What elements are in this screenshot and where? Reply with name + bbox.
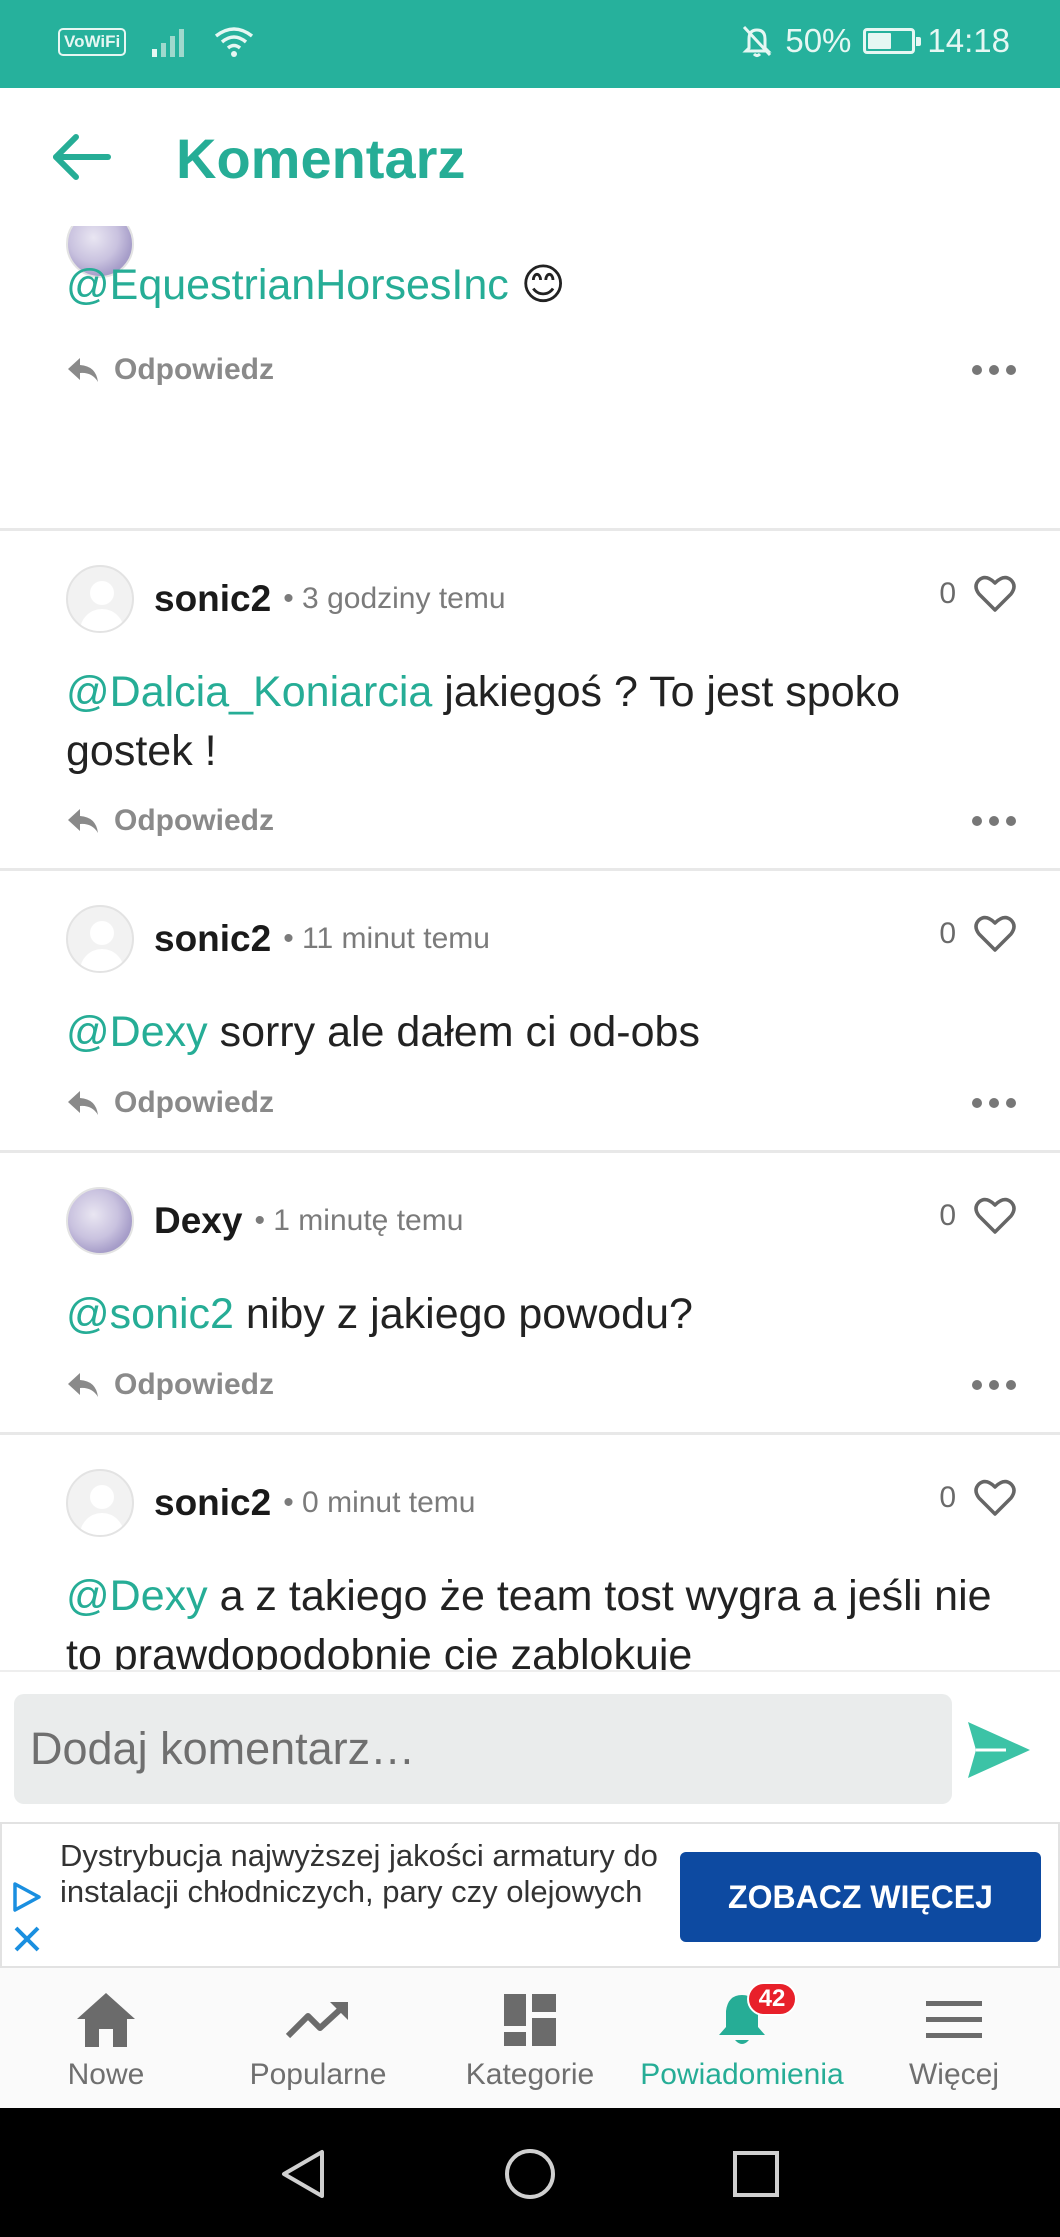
app-header: Komentarz — [0, 88, 1060, 226]
mention-link[interactable]: @EquestrianHorsesInc — [66, 261, 509, 309]
avatar[interactable] — [66, 1187, 134, 1255]
comment-body: 😊 — [508, 261, 566, 309]
heart-icon[interactable] — [974, 1479, 1016, 1517]
status-bar: VoWiFi 50% 14:18 — [0, 0, 1060, 88]
comment-item: sonic2 • 0 minut temu 0 @Dexy a z takiego ż… — [0, 1435, 1060, 1670]
comment-text: @Dexy sorry ale dałem ci od-obs — [66, 1003, 1010, 1062]
page-title: Komentarz — [176, 127, 466, 190]
nav-label: Nowe — [67, 2058, 145, 2091]
categories-icon — [504, 1994, 556, 2046]
more-options-icon[interactable] — [972, 816, 1016, 826]
notifications-off-icon — [742, 25, 772, 57]
comment-timestamp: • 1 minutę temu — [254, 1204, 464, 1237]
comment-text: @sonic2 niby z jakiego powodu? — [66, 1285, 1010, 1344]
comment-author[interactable]: sonic2 — [154, 578, 271, 620]
comment-composer — [0, 1670, 1060, 1822]
reply-label: Odpowiedz — [114, 353, 274, 386]
comment-author[interactable]: sonic2 — [154, 1482, 271, 1524]
heart-icon[interactable] — [974, 575, 1016, 613]
reply-label: Odpowiedz — [114, 1368, 274, 1401]
heart-icon[interactable] — [974, 915, 1016, 953]
more-options-icon[interactable] — [972, 1380, 1016, 1390]
system-recents-icon[interactable] — [728, 2146, 784, 2202]
like-count: 0 — [939, 917, 956, 950]
comment-author[interactable]: Dexy — [154, 1200, 242, 1242]
comment-text: @Dalcia_Koniarcia jakiegoś ? To jest spo… — [66, 663, 1010, 781]
mention-link[interactable]: @Dexy — [66, 1008, 208, 1056]
ad-choices-icon[interactable] — [10, 1880, 44, 1914]
menu-icon — [926, 2001, 982, 2038]
heart-icon[interactable] — [974, 1197, 1016, 1235]
comment-timestamp: • 3 godziny temu — [283, 582, 506, 615]
reply-label: Odpowiedz — [114, 1086, 274, 1119]
comment-text: @Dexy a z takiego że team tost wygra a j… — [66, 1567, 1010, 1670]
like-control[interactable]: 0 — [939, 915, 1016, 953]
comment-body: sorry ale dałem ci od-obs — [207, 1008, 700, 1056]
more-options-icon[interactable] — [972, 365, 1016, 375]
ad-close-icon[interactable] — [10, 1922, 44, 1956]
signal-icon — [152, 29, 185, 57]
nav-label: Popularne — [249, 2058, 387, 2091]
notification-badge: 42 — [747, 1982, 797, 2016]
like-count: 0 — [939, 1481, 956, 1514]
system-back-icon[interactable] — [276, 2146, 332, 2202]
comment-item: sonic2 • 11 minut temu 0 @Dexy sorry ale da… — [0, 871, 1060, 1153]
comment-item: @EquestrianHorsesInc 😊 Odpowiedz — [0, 226, 1060, 531]
reply-icon — [68, 358, 98, 382]
avatar[interactable] — [66, 1469, 134, 1537]
reply-button[interactable]: Odpowiedz — [66, 1086, 274, 1120]
comment-body: niby z jakiego powodu? — [233, 1290, 693, 1338]
wifi-icon — [215, 27, 254, 57]
ad-text: Dystrybucja najwyższej jakości armatury … — [60, 1838, 658, 1909]
home-icon — [77, 1993, 135, 2047]
clock: 14:18 — [927, 22, 1010, 59]
nav-item-wiecej[interactable]: Więcej — [848, 1968, 1060, 2108]
nav-item-kategorie[interactable]: Kategorie — [424, 1968, 636, 2108]
comment-item: Dexy • 1 minutę temu 0 @sonic2 niby z jakie… — [0, 1153, 1060, 1435]
trending-icon — [286, 2002, 348, 2039]
system-home-icon[interactable] — [502, 2146, 558, 2202]
back-arrow-icon[interactable] — [52, 134, 112, 180]
reply-button[interactable]: Odpowiedz — [66, 353, 274, 387]
nav-item-nowe[interactable]: Nowe — [0, 1968, 212, 2108]
like-control[interactable]: 0 — [939, 1479, 1016, 1517]
nav-item-powiadomienia[interactable]: 42 Powiadomienia — [636, 1968, 848, 2108]
battery-percent: 50% — [785, 22, 852, 59]
more-options-icon[interactable] — [972, 1098, 1016, 1108]
reply-icon — [68, 1373, 98, 1397]
like-count: 0 — [939, 1199, 956, 1232]
system-navigation-bar — [0, 2108, 1060, 2237]
reply-label: Odpowiedz — [114, 804, 274, 837]
bottom-nav: Nowe Popularne Kategorie 42 Powiadomieni… — [0, 1968, 1060, 2108]
reply-button[interactable]: Odpowiedz — [66, 804, 274, 838]
reply-icon — [68, 809, 98, 833]
nav-label: Kategorie — [465, 2058, 595, 2091]
comment-timestamp: • 0 minut temu — [283, 1486, 476, 1519]
ad-banner[interactable]: Dystrybucja najwyższej jakości armatury … — [0, 1822, 1060, 1968]
comment-item: sonic2 • 3 godziny temu 0 @Dalcia_Koniarcia… — [0, 531, 1060, 871]
nav-item-popularne[interactable]: Popularne — [212, 1968, 424, 2108]
vowifi-indicator: VoWiFi — [58, 28, 127, 56]
like-count: 0 — [939, 577, 956, 610]
comment-list[interactable]: @EquestrianHorsesInc 😊 Odpowiedz sonic2 • 3… — [0, 226, 1060, 1670]
comment-text: @EquestrianHorsesInc 😊 — [66, 256, 1010, 315]
avatar[interactable] — [66, 565, 134, 633]
nav-label: Powiadomienia — [640, 2058, 844, 2091]
like-control[interactable]: 0 — [939, 575, 1016, 613]
send-icon[interactable] — [966, 1720, 1032, 1780]
ad-cta-button[interactable]: ZOBACZ WIĘCEJ — [680, 1852, 1041, 1942]
mention-link[interactable]: @Dalcia_Koniarcia — [66, 668, 432, 716]
comment-author[interactable]: sonic2 — [154, 918, 271, 960]
mention-link[interactable]: @Dexy — [66, 1572, 208, 1620]
comment-timestamp: • 11 minut temu — [283, 922, 490, 955]
reply-button[interactable]: Odpowiedz — [66, 1368, 274, 1402]
avatar[interactable] — [66, 905, 134, 973]
mention-link[interactable]: @sonic2 — [66, 1290, 234, 1338]
comment-input[interactable] — [14, 1694, 952, 1804]
battery-icon — [863, 28, 922, 54]
nav-label: Więcej — [908, 2058, 999, 2091]
reply-icon — [68, 1091, 98, 1115]
like-control[interactable]: 0 — [939, 1197, 1016, 1235]
